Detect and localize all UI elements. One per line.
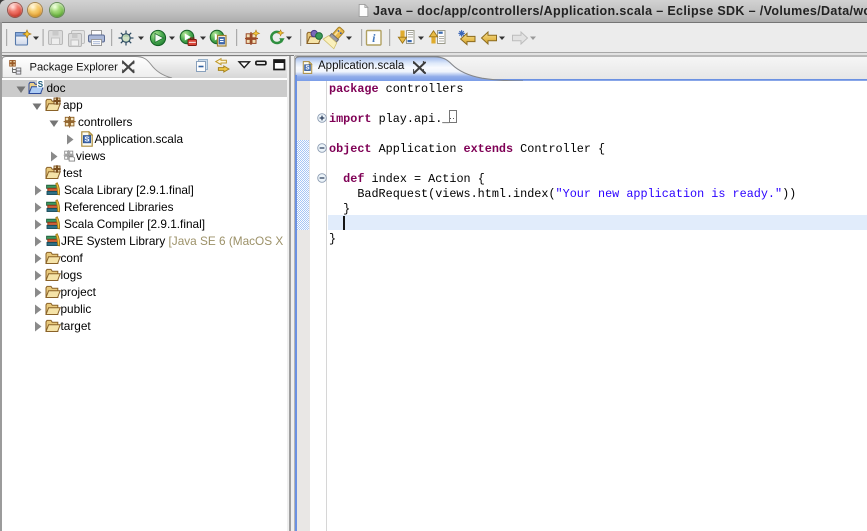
svg-text:S: S (38, 80, 44, 89)
svg-text:S: S (305, 65, 309, 72)
svg-text:S: S (84, 135, 89, 144)
svg-text:Package Explorer: Package Explorer (30, 62, 119, 74)
